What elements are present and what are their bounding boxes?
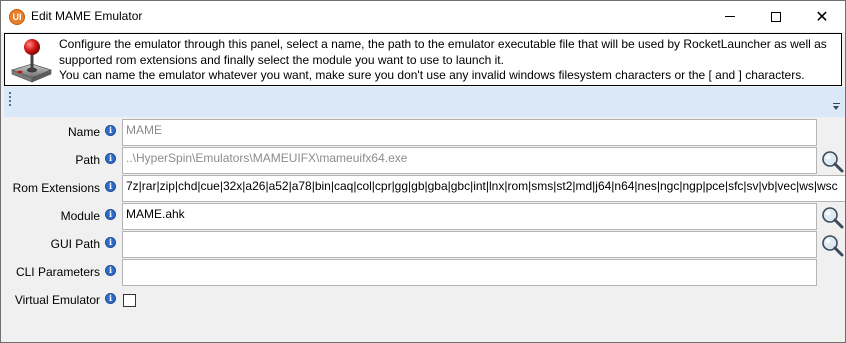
title-bar[interactable]: UI Edit MAME Emulator ✕ (1, 1, 845, 32)
banner-line: You can name the emulator whatever you w… (59, 68, 805, 82)
module-field[interactable]: MAME.ahk (122, 203, 817, 230)
path-browse-button[interactable] (818, 147, 845, 174)
name-label: Name (67, 125, 100, 139)
rom-extensions-label: Rom Extensions (12, 181, 100, 195)
magnifier-icon (822, 234, 844, 256)
gui-path-browse-button[interactable] (818, 231, 845, 258)
info-icon[interactable]: i (105, 181, 116, 192)
banner-text: Configure the emulator through this pane… (59, 37, 839, 84)
module-label: Module (60, 209, 100, 223)
app-icon: UI (9, 9, 25, 25)
rom-extensions-field[interactable]: 7z|rar|zip|chd|cue|32x|a26|a52|a78|bin|c… (122, 175, 845, 202)
rom-extensions-row: Rom Extensions i 7z|rar|zip|chd|cue|32x|… (1, 174, 845, 202)
cli-parameters-row: CLI Parameters i (1, 258, 845, 286)
info-icon[interactable]: i (105, 209, 116, 220)
toolbar-grip-icon[interactable] (9, 92, 12, 110)
path-field[interactable]: ..\HyperSpin\Emulators\MAMEUIFX\mameuifx… (122, 147, 817, 174)
name-field[interactable]: MAME (122, 119, 817, 146)
banner-line: Configure the emulator through this pane… (59, 37, 827, 51)
info-icon[interactable]: i (105, 293, 116, 304)
module-browse-button[interactable] (818, 203, 845, 230)
banner-line: supported rom extensions and finally sel… (59, 52, 504, 67)
maximize-button[interactable] (753, 1, 799, 32)
close-button[interactable]: ✕ (799, 1, 845, 32)
gui-path-row: GUI Path i (1, 230, 845, 258)
minimize-icon (725, 16, 735, 17)
info-icon[interactable]: i (105, 237, 116, 248)
path-row: Path i ..\HyperSpin\Emulators\MAMEUIFX\m… (1, 146, 845, 174)
gui-path-label: GUI Path (50, 237, 100, 251)
toolbar (4, 87, 845, 117)
cli-parameters-field[interactable] (122, 259, 817, 286)
close-icon: ✕ (815, 6, 829, 26)
cli-parameters-label: CLI Parameters (15, 265, 100, 279)
gui-path-field[interactable] (122, 231, 817, 258)
toolbar-overflow-icon[interactable] (833, 103, 841, 113)
info-icon[interactable]: i (105, 125, 116, 136)
info-banner: Configure the emulator through this pane… (4, 33, 842, 86)
maximize-icon (771, 11, 781, 22)
info-icon[interactable]: i (105, 265, 116, 276)
window-title: Edit MAME Emulator (31, 9, 143, 23)
joystick-icon (10, 39, 53, 83)
path-label: Path (75, 153, 100, 167)
virtual-emulator-checkbox[interactable] (123, 294, 136, 307)
magnifier-icon (822, 150, 844, 172)
name-row: Name i MAME (1, 118, 845, 146)
info-icon[interactable]: i (105, 153, 116, 164)
module-row: Module i MAME.ahk (1, 202, 845, 230)
minimize-button[interactable] (707, 1, 753, 32)
virtual-emulator-label: Virtual Emulator (14, 293, 100, 307)
magnifier-icon (822, 206, 844, 228)
edit-emulator-window: UI Edit MAME Emulator ✕ Configure the em… (0, 0, 846, 343)
virtual-emulator-row: Virtual Emulator i (1, 286, 845, 314)
